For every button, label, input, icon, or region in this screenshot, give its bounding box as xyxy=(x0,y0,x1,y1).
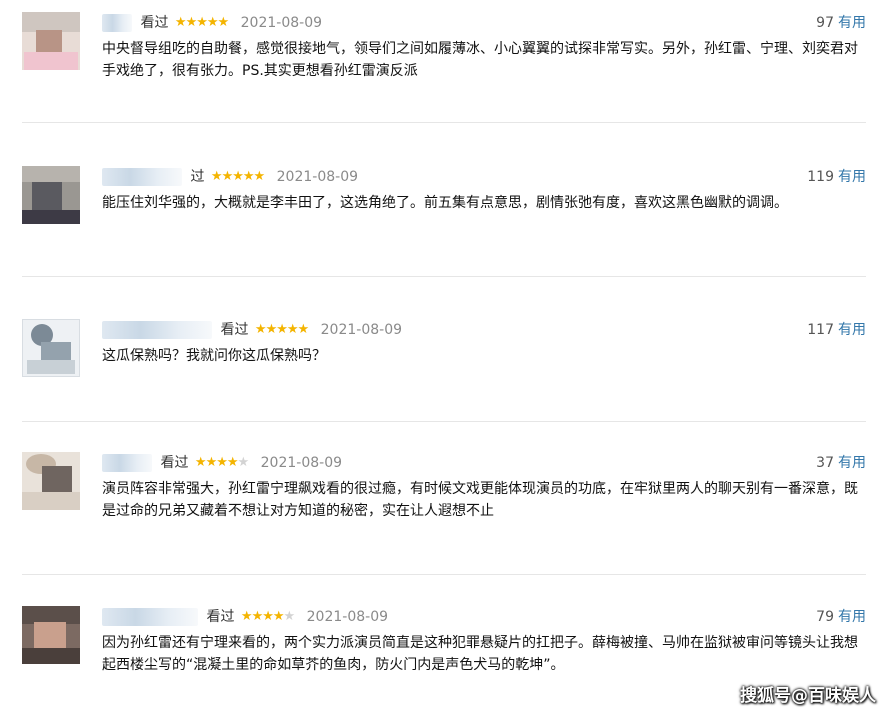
vote-count: 79 xyxy=(816,609,834,625)
username[interactable] xyxy=(102,321,212,339)
useful-vote[interactable]: 79 有用 xyxy=(816,606,866,626)
star-icon: ★ xyxy=(253,169,266,184)
star-icon: ★ xyxy=(262,609,274,624)
rating-stars: ★★★★★ xyxy=(174,12,230,34)
useful-button[interactable]: 有用 xyxy=(838,15,866,31)
avatar[interactable] xyxy=(22,606,80,664)
star-icon: ★ xyxy=(217,15,230,30)
vote-count: 117 xyxy=(807,322,834,338)
watch-status: 过 xyxy=(190,169,205,185)
star-icon: ★ xyxy=(221,169,234,184)
review-text: 能压住刘华强的，大概就是李丰田了，这选角绝了。前五集有点意思，剧情张弛有度，喜欢… xyxy=(102,195,788,211)
star-icon: ★ xyxy=(251,609,264,624)
username[interactable] xyxy=(102,14,132,32)
review-date: 2021-08-09 xyxy=(320,322,403,338)
avatar[interactable] xyxy=(22,452,80,510)
star-icon: ★ xyxy=(206,15,219,30)
star-icon: ★ xyxy=(254,322,267,337)
useful-button[interactable]: 有用 xyxy=(838,609,866,625)
star-icon: ★ xyxy=(185,15,198,30)
review-date: 2021-08-09 xyxy=(260,455,343,471)
rating-stars: ★★★★★ xyxy=(254,319,310,341)
star-icon: ★ xyxy=(210,169,223,184)
watermark: 搜狐号@百味娱人 xyxy=(740,686,876,706)
star-icon: ★ xyxy=(276,322,288,337)
star-icon: ★ xyxy=(216,455,228,470)
username[interactable] xyxy=(102,168,182,186)
star-icon: ★ xyxy=(242,169,255,184)
review-item: 过 ★★★★★ 2021-08-09 119 有用 能压住刘华强的，大概就是李丰田… xyxy=(22,166,866,277)
watch-status: 看过 xyxy=(220,322,249,338)
review-date: 2021-08-09 xyxy=(276,169,359,185)
star-icon: ★ xyxy=(205,455,218,470)
star-icon: ★ xyxy=(265,322,278,337)
useful-button[interactable]: 有用 xyxy=(838,455,866,471)
review-header: 看过 ★★★★★ 2021-08-09 xyxy=(102,452,866,474)
useful-vote[interactable]: 119 有用 xyxy=(807,166,866,186)
rating-stars: ★★★★★ xyxy=(240,606,296,628)
review-text: 演员阵容非常强大，孙红雷宁理飙戏看的很过瘾，有时候文戏更能体现演员的功底，在牢狱… xyxy=(102,481,858,519)
review-text: 因为孙红雷还有宁理来看的，两个实力派演员简直是这种犯罪悬疑片的扛把子。薛梅被撞、… xyxy=(102,635,858,673)
rating-stars: ★★★★★ xyxy=(210,166,266,188)
review-header: 看过 ★★★★★ 2021-08-09 xyxy=(102,12,866,34)
rating-stars: ★★★★★ xyxy=(194,452,250,474)
review-item: 看过 ★★★★★ 2021-08-09 97 有用 中央督导组吃的自助餐，感觉很接… xyxy=(22,12,866,123)
useful-vote[interactable]: 97 有用 xyxy=(816,12,866,32)
username[interactable] xyxy=(102,454,152,472)
watch-status: 看过 xyxy=(140,15,169,31)
star-empty-icon: ★ xyxy=(237,455,250,470)
review-date: 2021-08-09 xyxy=(240,15,323,31)
watch-status: 看过 xyxy=(206,609,235,625)
review-item: 看过 ★★★★★ 2021-08-09 117 有用 这瓜保熟吗？我就问你这瓜保熟… xyxy=(22,319,866,422)
star-icon: ★ xyxy=(194,455,207,470)
star-icon: ★ xyxy=(196,15,208,30)
star-icon: ★ xyxy=(174,15,187,30)
avatar[interactable] xyxy=(22,12,80,70)
star-icon: ★ xyxy=(240,609,253,624)
useful-button[interactable]: 有用 xyxy=(838,322,866,338)
useful-vote[interactable]: 117 有用 xyxy=(807,319,866,339)
star-icon: ★ xyxy=(232,169,244,184)
star-icon: ★ xyxy=(226,455,239,470)
review-date: 2021-08-09 xyxy=(306,609,389,625)
watch-status: 看过 xyxy=(160,455,189,471)
review-header: 看过 ★★★★★ 2021-08-09 xyxy=(102,606,866,628)
star-empty-icon: ★ xyxy=(283,609,296,624)
review-text: 这瓜保熟吗？我就问你这瓜保熟吗？ xyxy=(102,348,326,364)
star-icon: ★ xyxy=(286,322,299,337)
review-header: 看过 ★★★★★ 2021-08-09 xyxy=(102,319,866,341)
vote-count: 119 xyxy=(807,169,834,185)
review-header: 过 ★★★★★ 2021-08-09 xyxy=(102,166,866,188)
star-icon: ★ xyxy=(272,609,285,624)
vote-count: 97 xyxy=(816,15,834,31)
vote-count: 37 xyxy=(816,455,834,471)
avatar[interactable] xyxy=(22,319,80,377)
review-item: 看过 ★★★★★ 2021-08-09 37 有用 演员阵容非常强大，孙红雷宁理飙… xyxy=(22,452,866,575)
star-icon: ★ xyxy=(297,322,310,337)
avatar[interactable] xyxy=(22,166,80,224)
review-text: 中央督导组吃的自助餐，感觉很接地气，领导们之间如履薄冰、小心翼翼的试探非常写实。… xyxy=(102,41,858,79)
useful-vote[interactable]: 37 有用 xyxy=(816,452,866,472)
useful-button[interactable]: 有用 xyxy=(838,169,866,185)
username[interactable] xyxy=(102,608,198,626)
